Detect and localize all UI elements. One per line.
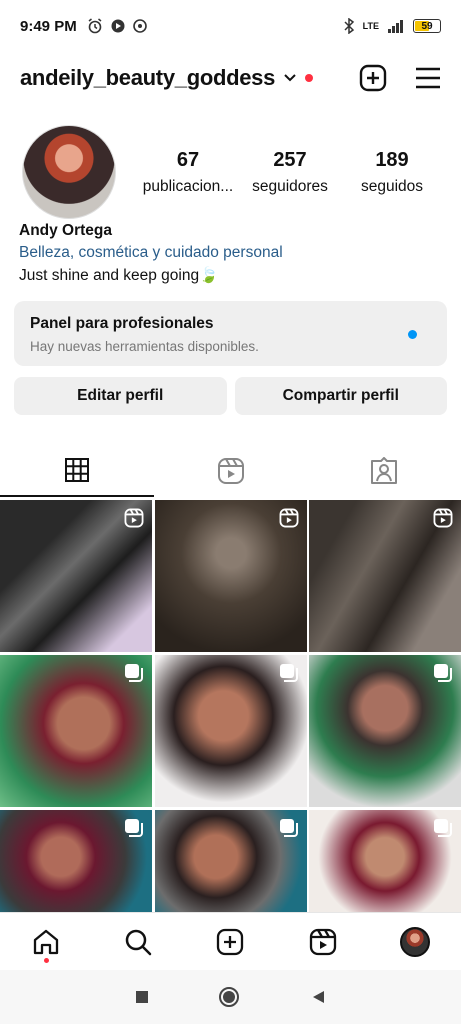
notification-dot [305, 74, 314, 82]
back-icon[interactable] [310, 989, 326, 1005]
tab-reels[interactable] [154, 445, 308, 497]
stat-posts[interactable]: 67 publicacion... [138, 149, 238, 196]
notification-dot [43, 957, 49, 963]
nav-home[interactable] [16, 913, 76, 971]
messenger-notification-icon [132, 19, 147, 33]
system-navigation-bar [0, 970, 461, 1024]
reels-icon [309, 928, 336, 955]
nav-reels[interactable] [293, 913, 353, 971]
tagged-icon [371, 457, 398, 484]
post-thumbnail[interactable] [309, 655, 461, 807]
create-icon[interactable] [359, 64, 387, 92]
professional-dashboard[interactable]: Panel para profesionales Hay nuevas herr… [14, 301, 447, 366]
reel-badge-icon [279, 508, 298, 528]
stat-following[interactable]: 189 seguidos [342, 149, 442, 196]
reel-badge-icon [124, 508, 144, 528]
search-icon [126, 929, 152, 955]
account-switcher[interactable]: andeily_beauty_goddess [20, 65, 275, 91]
stat-label: seguidos [360, 177, 424, 195]
menu-icon[interactable] [415, 67, 441, 89]
stat-followers[interactable]: 257 seguidores [240, 149, 340, 196]
status-system-icons: LTE 59 [343, 18, 441, 34]
stat-label: seguidores [252, 177, 328, 195]
edit-profile-button[interactable]: Editar perfil [14, 377, 227, 415]
post-thumbnail[interactable] [154, 810, 307, 912]
signal-icon [388, 20, 403, 33]
alarm-icon [88, 18, 102, 34]
share-profile-button[interactable]: Compartir perfil [234, 377, 447, 415]
dashboard-title: Panel para profesionales [30, 315, 214, 332]
tab-tagged[interactable] [307, 445, 461, 497]
chevron-down-icon[interactable] [283, 73, 297, 83]
profile-avatar[interactable] [22, 125, 116, 219]
post-thumbnail[interactable] [309, 500, 461, 652]
status-notification-icons [87, 18, 147, 34]
profile-header: 67 publicacion... 257 seguidores 189 seg… [22, 124, 442, 220]
home-button-icon[interactable] [218, 986, 240, 1008]
network-type: LTE [362, 21, 379, 31]
profile-top-bar: andeily_beauty_goddess [0, 55, 461, 101]
carousel-badge-icon [125, 664, 143, 682]
tab-posts[interactable] [0, 445, 154, 497]
app-notification-icon [111, 19, 125, 33]
carousel-badge-icon [434, 819, 452, 837]
dashboard-new-dot [408, 330, 417, 339]
stat-label: publicacion... [142, 177, 234, 195]
post-thumbnail[interactable] [0, 810, 152, 912]
recent-apps-icon[interactable] [135, 990, 149, 1004]
profile-bio: Andy Ortega Belleza, cosmética y cuidado… [19, 222, 439, 285]
profile-name: Andy Ortega [19, 222, 113, 239]
home-icon [33, 929, 59, 954]
carousel-badge-icon [279, 664, 298, 682]
dashboard-subtitle: Hay nuevas herramientas disponibles. [30, 339, 259, 354]
posts-grid [0, 500, 461, 912]
profile-category[interactable]: Belleza, cosmética y cuidado personal [19, 244, 439, 262]
grid-icon [64, 458, 89, 482]
profile-avatar-small [399, 926, 430, 957]
create-icon [217, 928, 244, 955]
status-bar: 9:49 PM LTE 59 [0, 0, 461, 52]
battery-icon: 59 [413, 19, 441, 33]
status-time: 9:49 PM [20, 17, 77, 35]
content-tabs [0, 445, 461, 497]
post-thumbnail[interactable] [0, 500, 152, 652]
bottom-navigation [0, 912, 461, 970]
reels-icon [217, 458, 244, 484]
profile-actions: Editar perfil Compartir perfil [14, 377, 447, 415]
carousel-badge-icon [125, 819, 143, 837]
stat-value: 257 [273, 148, 307, 171]
bluetooth-icon [344, 18, 354, 34]
nav-profile[interactable] [385, 913, 445, 971]
post-thumbnail[interactable] [0, 655, 152, 807]
carousel-badge-icon [279, 819, 298, 837]
stat-value: 189 [375, 148, 409, 171]
reel-badge-icon [433, 508, 453, 528]
battery-level: 59 [421, 20, 433, 32]
nav-search[interactable] [108, 913, 168, 971]
bio-text: Just shine and keep going🍃 [19, 267, 219, 284]
post-thumbnail[interactable] [309, 810, 461, 912]
profile-stats: 67 publicacion... 257 seguidores 189 seg… [138, 149, 442, 196]
post-thumbnail[interactable] [154, 500, 307, 652]
carousel-badge-icon [434, 664, 452, 682]
post-thumbnail[interactable] [154, 655, 307, 807]
stat-value: 67 [176, 148, 200, 171]
nav-create[interactable] [200, 913, 260, 971]
